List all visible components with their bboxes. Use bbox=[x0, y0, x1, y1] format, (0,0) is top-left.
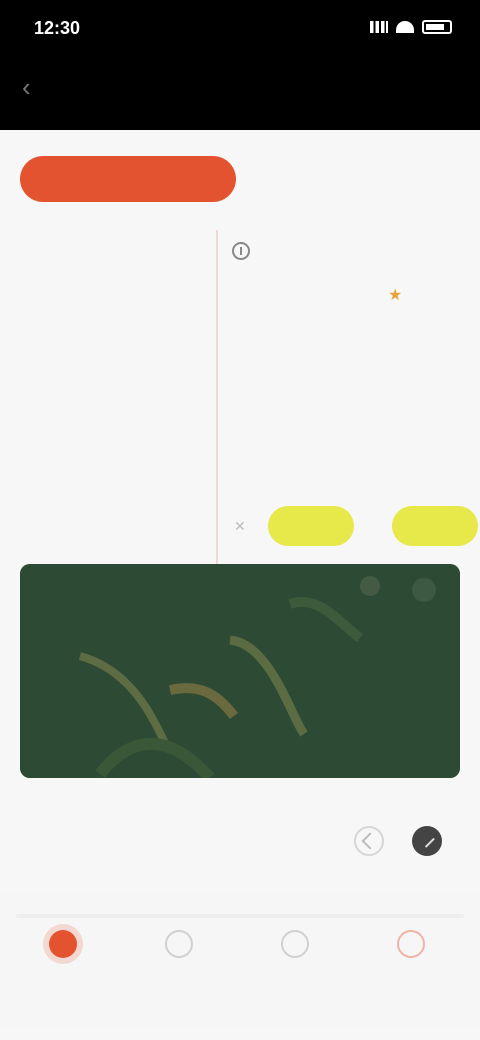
nav-item-2-icon bbox=[165, 930, 193, 958]
tab-secondary[interactable] bbox=[300, 166, 420, 192]
back-icon: ‹ bbox=[22, 72, 31, 102]
status-bar: 12:30 bbox=[0, 0, 480, 58]
status-time: 12:30 bbox=[34, 18, 81, 38]
nav-item-4-icon bbox=[397, 930, 425, 958]
nav-item-3-icon bbox=[281, 930, 309, 958]
pill-prefix-icon: ✕ bbox=[234, 518, 246, 534]
signal-icon bbox=[370, 21, 388, 33]
pill-button-1[interactable] bbox=[268, 506, 354, 546]
back-button[interactable]: ‹ bbox=[22, 74, 48, 100]
pill-button-2[interactable] bbox=[392, 506, 478, 546]
section-next-button[interactable] bbox=[412, 826, 442, 856]
nav-item-2[interactable] bbox=[134, 930, 224, 968]
section-header bbox=[20, 824, 460, 864]
decor-dot bbox=[360, 576, 380, 596]
info-icon bbox=[232, 242, 250, 260]
status-icons bbox=[370, 20, 452, 34]
star-icon: ★ bbox=[388, 287, 403, 304]
nav-item-3[interactable] bbox=[250, 930, 340, 968]
media-background bbox=[20, 564, 460, 778]
bottom-nav-track bbox=[16, 914, 464, 918]
wifi-icon bbox=[396, 21, 414, 33]
media-banner[interactable] bbox=[20, 564, 460, 778]
right-chip-2: ★ bbox=[388, 280, 408, 310]
app-bar: ‹ bbox=[0, 58, 480, 130]
battery-icon bbox=[422, 20, 452, 34]
media-watermark-icon bbox=[412, 578, 436, 602]
nav-home-icon bbox=[49, 930, 77, 958]
main-content: ★ ✕ bbox=[0, 130, 480, 1040]
tab-bar bbox=[14, 144, 480, 208]
nav-item-1[interactable] bbox=[18, 930, 108, 968]
notice-row bbox=[232, 236, 480, 266]
media-illustration bbox=[20, 564, 460, 778]
section-prev-button[interactable] bbox=[354, 826, 384, 856]
bottom-navigation bbox=[0, 890, 480, 1030]
tab-active[interactable] bbox=[20, 156, 236, 202]
nav-item-4[interactable] bbox=[366, 930, 456, 968]
